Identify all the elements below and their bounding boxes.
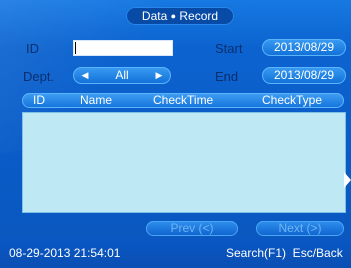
end-date-field[interactable]: 2013/08/29 [262,67,346,84]
column-header-id: ID [33,93,45,107]
dept-label: Dept. [23,69,55,84]
prev-dept-arrow-icon[interactable]: ◀ [78,67,92,84]
start-date-field[interactable]: 2013/08/29 [262,39,346,56]
column-header-checktype: CheckType [262,93,323,107]
page-title: Data ● Record [126,7,234,25]
next-dept-arrow-icon[interactable]: ▶ [152,67,166,84]
status-bar: 08-29-2013 21:54:01 Search(F1) Esc/Back [0,239,351,268]
end-label: End [215,69,239,84]
right-arrow-icon[interactable] [344,172,351,188]
id-label: ID [26,41,39,56]
title-right: Record [179,9,219,23]
datetime-display: 08-29-2013 21:54:01 [9,246,121,260]
table-header: ID Name CheckTime CheckType [22,93,344,108]
title-separator: ● [170,11,177,21]
prev-page-button[interactable]: Prev (<) [146,221,238,236]
records-table-body[interactable] [22,112,346,213]
attendance-record-screen: Data ● Record ID Start 2013/08/29 Dept. … [0,0,351,268]
title-left: Data [141,9,168,23]
column-header-name: Name [80,93,113,107]
text-caret [75,42,76,54]
next-page-button[interactable]: Next (>) [256,221,344,236]
dept-value: All [115,68,129,82]
start-label: Start [215,41,243,56]
id-input[interactable] [73,40,173,56]
column-header-checktime: CheckTime [153,93,214,107]
key-hints: Search(F1) Esc/Back [226,246,343,260]
dept-selector[interactable]: ◀ All ▶ [73,67,171,84]
